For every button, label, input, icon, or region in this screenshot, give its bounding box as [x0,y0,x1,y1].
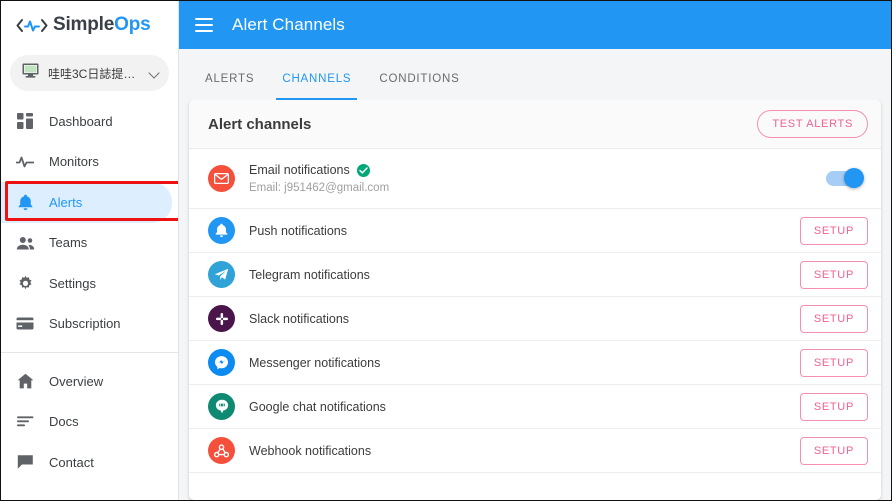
sidebar-item-teams[interactable]: Teams [1,223,172,264]
channel-name: Messenger notifications [249,355,381,370]
channel-list: Email notifications Email: j951462@gmail… [189,149,881,473]
channel-row-messenger: Messenger notifications SETUP [189,341,881,385]
channel-name-wrap: Email notifications [249,163,826,177]
channel-info: Slack notifications [249,312,800,326]
card-header: Alert channels TEST ALERTS [189,100,881,149]
sidebar-item-label: Contact [49,454,94,470]
sidebar-nav: Dashboard Monitors Alerts Teams Settings… [1,101,178,483]
sidebar-item-label: Docs [49,414,79,430]
bell-icon [15,192,35,212]
email-notifications-toggle[interactable] [826,168,864,188]
verified-check-icon [356,163,370,177]
card-title: Alert channels [208,115,312,133]
workspace-selector[interactable]: 哇哇3C日誌提… [10,55,169,91]
channel-name: Email notifications [249,163,350,177]
page-title: Alert Channels [232,15,345,34]
channel-name: Telegram notifications [249,267,370,282]
setup-button-push[interactable]: SETUP [799,216,868,245]
brand-logo[interactable]: SimpleOps [1,1,178,49]
sidebar-item-subscription[interactable]: Subscription [1,304,172,345]
bell-icon [208,217,235,244]
channel-name: Webhook notifications [249,443,372,458]
sidebar-item-overview[interactable]: Overview [1,361,172,402]
alert-channels-card: Alert channels TEST ALERTS Email notific… [189,100,881,500]
channel-name: Slack notifications [249,311,350,326]
docs-icon [15,412,35,432]
channel-sub: Email: j951462@gmail.com [249,182,390,194]
messenger-icon [208,349,235,376]
channel-info: Google chat notifications [249,400,800,414]
toggle-knob [844,168,864,188]
sidebar-divider [1,352,178,353]
setup-button-google-chat[interactable]: SETUP [799,392,868,421]
people-icon [15,233,35,253]
dashboard-icon [15,111,35,131]
channel-info: Messenger notifications [249,356,800,370]
channel-row-google-chat: Google chat notifications SETUP [189,385,881,429]
tab-bar: ALERTS CHANNELS CONDITIONS [179,49,891,100]
home-icon [15,371,35,391]
card-container: Alert channels TEST ALERTS Email notific… [179,100,891,500]
gear-icon [15,273,35,293]
channel-row-email: Email notifications Email: j951462@gmail… [189,149,881,209]
setup-button-slack[interactable]: SETUP [799,304,868,333]
hamburger-icon[interactable] [195,18,213,32]
pulse-icon [15,152,35,172]
channel-row-telegram: Telegram notifications SETUP [189,253,881,297]
activity-pulse-icon [15,17,49,34]
setup-button-webhook[interactable]: SETUP [799,436,868,465]
top-app-bar: Alert Channels [179,1,891,49]
webhook-icon [208,437,235,464]
channel-info: Webhook notifications [249,444,800,458]
channel-info: Telegram notifications [249,268,800,282]
setup-button-telegram[interactable]: SETUP [799,260,868,289]
chat-icon [15,452,35,472]
tab-label: ALERTS [205,73,255,85]
sidebar-item-monitors[interactable]: Monitors [1,142,172,183]
sidebar-item-docs[interactable]: Docs [1,402,172,443]
credit-card-icon [15,314,35,334]
channel-row-push: Push notifications SETUP [189,209,881,253]
channel-name: Push notifications [249,223,347,238]
tab-channels[interactable]: CHANNELS [268,58,365,100]
sidebar-item-label: Subscription [49,316,121,332]
telegram-icon [208,261,235,288]
tab-label: CONDITIONS [379,73,460,85]
main-content: Alert Channels ALERTS CHANNELS CONDITION… [179,1,891,500]
sidebar-item-label: Dashboard [49,113,113,129]
channel-row-slack: Slack notifications SETUP [189,297,881,341]
google-chat-icon [208,393,235,420]
channel-name: Google chat notifications [249,399,386,414]
sidebar-item-settings[interactable]: Settings [1,263,172,304]
sidebar-item-label: Settings [49,275,96,291]
tab-conditions[interactable]: CONDITIONS [365,58,473,100]
tab-alerts[interactable]: ALERTS [191,58,268,100]
email-icon [208,165,235,192]
sidebar-item-label: Teams [49,235,88,251]
slack-icon [208,305,235,332]
tab-label: CHANNELS [282,73,352,85]
sidebar: SimpleOps 哇哇3C日誌提… Dashboard Monitors Al… [1,1,179,500]
workspace-label: 哇哇3C日誌提… [48,66,136,81]
sidebar-item-label: Overview [49,373,104,389]
monitor-icon [22,63,39,83]
channel-info: Email notifications Email: j951462@gmail… [249,163,826,194]
test-alerts-button[interactable]: TEST ALERTS [757,110,868,138]
channel-row-webhook: Webhook notifications SETUP [189,429,881,473]
sidebar-item-label: Monitors [49,154,99,170]
sidebar-item-contact[interactable]: Contact [1,442,172,483]
setup-button-messenger[interactable]: SETUP [799,348,868,377]
sidebar-item-alerts[interactable]: Alerts [1,182,172,223]
channel-info: Push notifications [249,224,800,238]
chevron-down-icon [149,67,161,79]
sidebar-item-dashboard[interactable]: Dashboard [1,101,172,142]
brand-name: SimpleOps [53,14,151,35]
app-window: SimpleOps 哇哇3C日誌提… Dashboard Monitors Al… [0,0,892,501]
sidebar-item-label: Alerts [49,194,83,210]
